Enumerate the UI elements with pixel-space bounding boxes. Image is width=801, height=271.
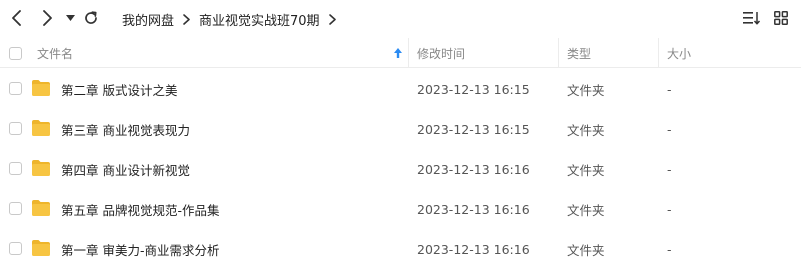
file-name[interactable]: 第三章 商业视觉表现力 [61,109,190,149]
row-checkbox[interactable] [9,242,22,255]
sort-arrow-up-icon[interactable] [392,38,404,68]
table-row[interactable]: 第三章 商业视觉表现力 2023-12-13 16:15 文件夹 - [0,109,801,149]
row-checkbox[interactable] [9,202,22,215]
select-all-checkbox[interactable] [9,38,22,68]
column-type[interactable]: 类型 [567,38,591,68]
folder-icon [32,200,50,216]
file-size: - [667,81,672,97]
file-size: - [667,161,672,177]
column-size[interactable]: 大小 [667,38,691,68]
table-row[interactable]: 第五章 品牌视觉规范-作品集 2023-12-13 16:16 文件夹 - [0,189,801,229]
file-modified: 2023-12-13 16:16 [417,161,530,177]
folder-icon [32,80,50,96]
refresh-icon [85,11,97,24]
column-header: 文件名 修改时间 类型 大小 [0,38,801,68]
back-button[interactable] [6,7,28,29]
grid-view-button[interactable] [771,7,791,29]
sort-button[interactable] [742,7,762,29]
file-name[interactable]: 第一章 审美力-商业需求分析 [61,229,220,269]
file-name[interactable]: 第二章 版式设计之美 [61,69,177,109]
breadcrumb-item-root[interactable]: 我的网盘 [122,10,174,29]
file-modified: 2023-12-13 16:16 [417,241,530,257]
file-modified: 2023-12-13 16:15 [417,81,530,97]
row-checkbox[interactable] [9,82,22,95]
chevron-right-icon[interactable] [328,13,336,25]
column-divider[interactable] [558,38,559,68]
history-dropdown-button[interactable] [63,7,77,29]
file-name[interactable]: 第五章 品牌视觉规范-作品集 [61,189,220,229]
sort-list-icon [743,12,761,25]
column-divider[interactable] [408,38,409,68]
chevron-right-icon [43,10,52,26]
file-modified: 2023-12-13 16:16 [417,201,530,217]
file-name[interactable]: 第四章 商业设计新视觉 [61,149,190,189]
breadcrumb: 我的网盘 商业视觉实战班70期 [122,0,345,38]
forward-button[interactable] [36,7,58,29]
file-type: 文件夹 [567,122,605,138]
toolbar: 我的网盘 商业视觉实战班70期 [0,0,801,38]
row-checkbox[interactable] [9,122,22,135]
table-row[interactable]: 第一章 审美力-商业需求分析 2023-12-13 16:16 文件夹 - [0,229,801,269]
file-size: - [667,241,672,257]
file-size: - [667,121,672,137]
folder-icon [32,120,50,136]
column-modified[interactable]: 修改时间 [417,38,465,68]
file-modified: 2023-12-13 16:15 [417,121,530,137]
folder-icon [32,240,50,256]
column-name[interactable]: 文件名 [37,38,73,68]
file-list: 第二章 版式设计之美 2023-12-13 16:15 文件夹 - 第三章 商业… [0,69,801,269]
breadcrumb-item-current[interactable]: 商业视觉实战班70期 [199,10,320,29]
column-divider[interactable] [658,38,659,68]
chevron-left-icon [12,10,21,26]
grid-view-icon [774,11,788,25]
refresh-button[interactable] [80,7,102,29]
file-type: 文件夹 [567,162,605,178]
file-type: 文件夹 [567,202,605,218]
file-type: 文件夹 [567,82,605,98]
table-row[interactable]: 第四章 商业设计新视觉 2023-12-13 16:16 文件夹 - [0,149,801,189]
caret-down-icon [65,15,75,21]
file-size: - [667,201,672,217]
table-row[interactable]: 第二章 版式设计之美 2023-12-13 16:15 文件夹 - [0,69,801,109]
file-type: 文件夹 [567,242,605,258]
chevron-right-icon [183,13,190,25]
row-checkbox[interactable] [9,162,22,175]
folder-icon [32,160,50,176]
